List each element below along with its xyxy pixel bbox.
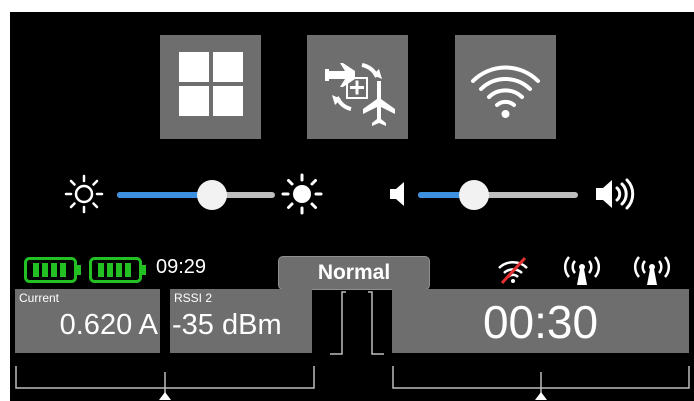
antenna-icon — [564, 256, 600, 285]
wifi-off-icon — [498, 256, 528, 284]
current-value: 0.620 A — [59, 309, 158, 341]
rssi-label: RSSI 2 — [174, 291, 213, 305]
flight-mode-badge[interactable]: Normal — [278, 256, 430, 290]
brightness-high-icon — [281, 173, 323, 215]
volume-slider-knob[interactable] — [459, 180, 489, 210]
timer-value: 00:30 — [482, 296, 599, 348]
volume-slider[interactable] — [418, 180, 578, 210]
model-swap-icon — [325, 63, 395, 126]
timer-tile[interactable]: 00:30 — [392, 289, 689, 353]
model-select-button[interactable] — [307, 35, 408, 139]
volume-high-icon — [596, 178, 635, 210]
screen: 09:29 Normal Current 0.620 A RSSI 2 -35 … — [10, 12, 694, 401]
left-trim-bar — [15, 366, 315, 400]
wifi-icon — [471, 65, 540, 118]
brightness-slider-knob[interactable] — [196, 180, 227, 210]
apps-button[interactable] — [160, 35, 261, 139]
current-telemetry-tile[interactable]: Current 0.620 A — [15, 289, 160, 353]
battery-icon — [24, 257, 81, 283]
volume-low-icon — [390, 182, 404, 206]
brightness-low-icon — [64, 174, 104, 214]
wireless-button[interactable] — [455, 35, 556, 139]
brightness-slider[interactable] — [117, 180, 275, 210]
antenna-icon — [634, 256, 670, 285]
rssi-value: -35 dBm — [172, 309, 282, 341]
vertical-trim-bars — [330, 291, 384, 355]
rssi-telemetry-tile[interactable]: RSSI 2 -35 dBm — [170, 289, 312, 353]
battery-icon — [89, 257, 146, 283]
apps-grid-icon — [179, 52, 243, 116]
status-time: 09:29 — [156, 256, 207, 278]
current-label: Current — [19, 291, 60, 305]
right-trim-bar — [392, 366, 690, 400]
